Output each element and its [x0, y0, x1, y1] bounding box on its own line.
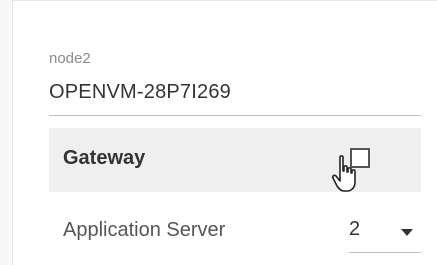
application-server-value: 2: [349, 218, 361, 240]
application-server-label: Application Server: [63, 219, 226, 241]
gateway-row[interactable]: Gateway: [49, 128, 421, 192]
chevron-down-icon[interactable]: [401, 229, 413, 236]
node-name-label: node2: [49, 50, 91, 67]
node-config-panel: node2 OPENVM-28P7I269 Gateway Applicatio…: [12, 0, 437, 265]
node-host-underline: [49, 115, 421, 116]
application-server-select[interactable]: 2: [349, 213, 421, 253]
application-server-underline: [349, 252, 421, 253]
hand-pointer-icon: [331, 155, 356, 192]
gateway-label: Gateway: [63, 147, 146, 169]
node-host-field[interactable]: OPENVM-28P7I269: [49, 81, 231, 104]
